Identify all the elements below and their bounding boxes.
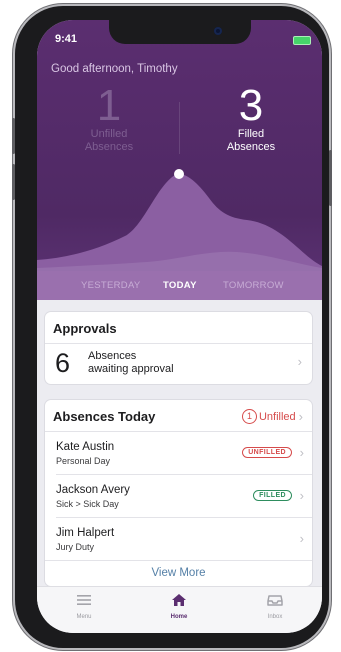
approvals-count: 6	[55, 348, 71, 378]
approvals-title: Approvals	[53, 321, 117, 336]
summary-header: 9:41 Good afternoon, Timothy 1 Unfilled …	[37, 20, 322, 300]
absences-title: Absences Today	[53, 409, 156, 424]
filled-label-1: Filled	[237, 128, 265, 140]
unfilled-summary-label: Unfilled	[258, 410, 296, 423]
absence-reason: Sick > Sick Day	[56, 499, 119, 509]
unfilled-stat[interactable]: 1 Unfilled Absences	[49, 84, 169, 154]
power-button	[329, 150, 332, 206]
unfilled-count-badge: 1	[241, 409, 257, 425]
view-more-link[interactable]: View More	[45, 567, 312, 579]
filled-stat[interactable]: 3 Filled Absences	[191, 84, 311, 154]
absence-trend-graph	[37, 169, 322, 272]
unfilled-summary-link[interactable]: 1 Unfilled ›	[241, 408, 303, 425]
absence-row[interactable]: Jim Halpert Jury Duty ›	[45, 518, 312, 560]
employee-name: Jim Halpert	[56, 527, 115, 539]
tab-inbox-label: Inbox	[267, 614, 283, 620]
chevron-right-icon: ›	[297, 354, 302, 369]
approvals-text-line-2: awaiting approval	[88, 363, 174, 375]
tab-home[interactable]: Home	[149, 593, 209, 620]
unfilled-label-2: Absences	[84, 141, 134, 153]
notch	[109, 20, 251, 44]
absence-row[interactable]: Jackson Avery Sick > Sick Day FILLED ›	[45, 475, 312, 517]
status-badge: UNFILLED	[242, 447, 292, 458]
unfilled-label-1: Unfilled	[90, 128, 128, 140]
tab-menu-label: Menu	[76, 614, 92, 620]
employee-name: Jackson Avery	[56, 484, 130, 496]
absences-card: Absences Today 1 Unfilled › Kate Austin Pe…	[45, 400, 312, 586]
absence-row[interactable]: Kate Austin Personal Day UNFILLED ›	[45, 432, 312, 474]
day-selector: YESTERDAY TODAY TOMORROW	[37, 271, 322, 300]
volume-down-button	[12, 164, 15, 200]
screen: 9:41 Good afternoon, Timothy 1 Unfilled …	[37, 20, 322, 633]
tab-home-label: Home	[170, 614, 188, 620]
unfilled-count: 1	[96, 81, 122, 130]
volume-up-button	[12, 118, 15, 154]
menu-icon	[77, 595, 91, 605]
tab-tomorrow[interactable]: TOMORROW	[223, 280, 284, 291]
today-marker	[174, 169, 184, 179]
tab-menu[interactable]: Menu	[54, 593, 114, 620]
chevron-right-icon: ›	[299, 488, 304, 503]
chevron-right-icon: ›	[299, 531, 304, 546]
tab-inbox[interactable]: Inbox	[245, 593, 305, 620]
camera-icon	[214, 27, 222, 35]
chevron-right-icon: ›	[299, 445, 304, 460]
greeting-text: Good afternoon, Timothy	[51, 63, 178, 75]
approvals-card: Approvals 6 Absences awaiting approval ›	[45, 312, 312, 384]
status-badge: FILLED	[253, 490, 292, 501]
approvals-row[interactable]: 6 Absences awaiting approval ›	[45, 344, 312, 384]
approvals-text-line-1: Absences	[88, 350, 137, 362]
row-divider	[45, 560, 312, 561]
battery-icon	[293, 36, 311, 45]
tab-bar: Menu Home Inbox	[37, 586, 322, 633]
inbox-icon	[267, 595, 283, 606]
status-time: 9:41	[55, 33, 78, 45]
employee-name: Kate Austin	[56, 441, 115, 453]
approvals-text: Absences awaiting approval	[88, 350, 174, 376]
tab-yesterday[interactable]: YESTERDAY	[81, 280, 141, 291]
stats-divider	[179, 102, 180, 154]
chevron-right-icon: ›	[298, 409, 303, 425]
absence-reason: Jury Duty	[56, 542, 95, 552]
tab-today[interactable]: TODAY	[163, 280, 197, 291]
trend-area-back	[37, 174, 322, 272]
filled-label-2: Absences	[226, 141, 276, 153]
filled-count: 3	[238, 81, 264, 130]
absence-reason: Personal Day	[56, 456, 111, 466]
home-icon	[172, 594, 186, 606]
